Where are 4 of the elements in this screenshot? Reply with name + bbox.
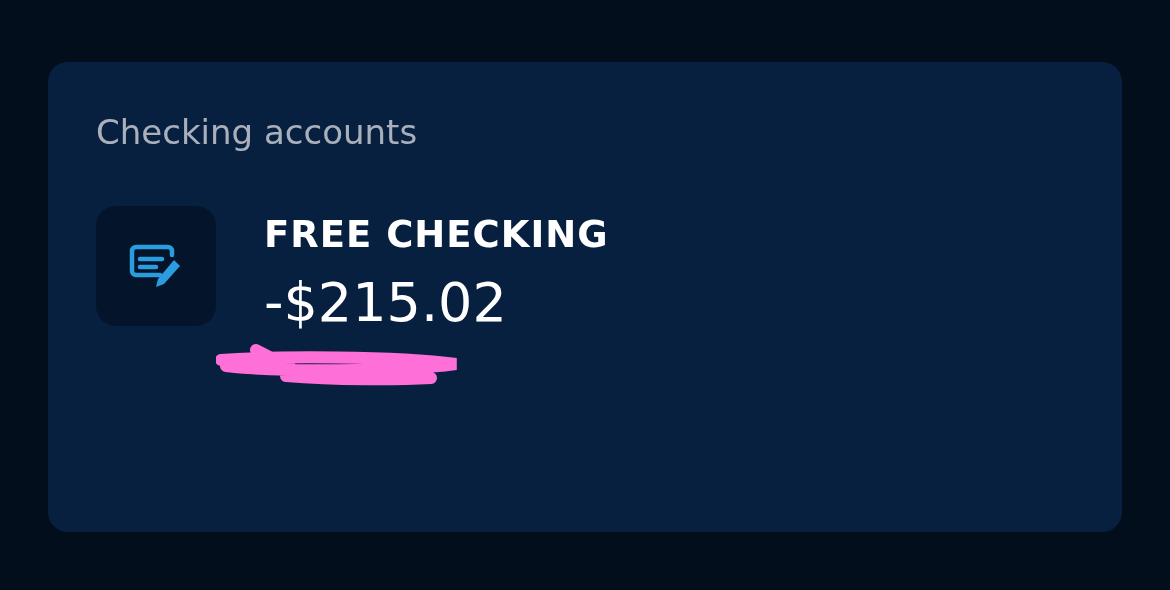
account-icon-tile[interactable]	[96, 206, 216, 326]
section-title: Checking accounts	[96, 111, 419, 154]
account-name: FREE CHECKING	[264, 212, 609, 258]
account-balance: -$215.02	[264, 270, 508, 336]
